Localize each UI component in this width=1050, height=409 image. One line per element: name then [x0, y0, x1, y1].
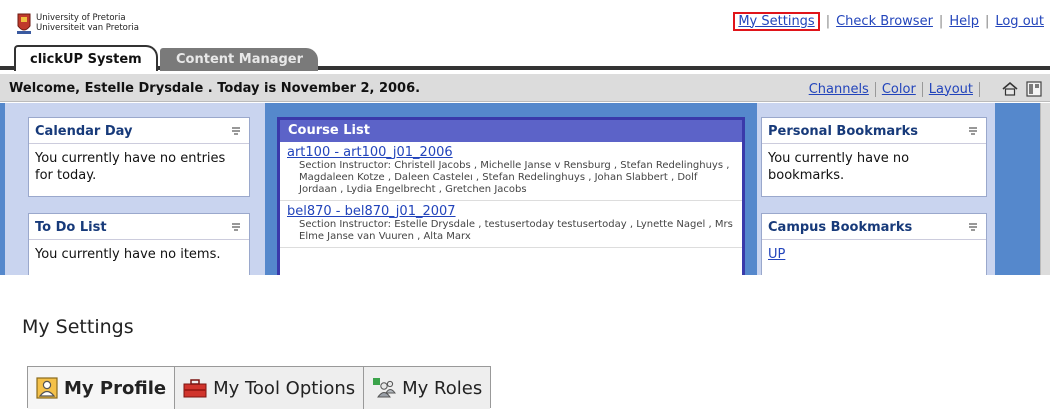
calendar-day-channel: Calendar Day You currently have no entri… — [28, 117, 250, 197]
minimize-icon[interactable] — [966, 124, 980, 138]
channel-body: You currently have no items. — [35, 247, 221, 262]
course-list-channel: Course List art100 - art100_j01_2006 Sec… — [277, 117, 745, 275]
portal-options: Channels Color Layout — [803, 79, 1042, 99]
tab-label: My Profile — [64, 377, 167, 399]
tab-my-tool-options[interactable]: My Tool Options — [175, 367, 365, 409]
channel-title: To Do List — [29, 214, 249, 240]
log-out-link[interactable]: Log out — [995, 14, 1044, 29]
top-links: My Settings | Check Browser | Help | Log… — [733, 10, 1044, 32]
tab-label: My Roles — [402, 377, 483, 399]
tab-label: My Tool Options — [213, 377, 356, 399]
channel-area: Calendar Day You currently have no entri… — [0, 103, 1050, 275]
roles-icon — [373, 378, 397, 398]
channel-title: Campus Bookmarks — [762, 214, 986, 240]
layout-link[interactable]: Layout — [923, 81, 980, 97]
course-item: bel870 - bel870_j01_2007 Section Instruc… — [280, 201, 742, 248]
right-column: Personal Bookmarks You currently have no… — [757, 103, 995, 275]
course-instructors: Section Instructor: Estelle Drysdale , t… — [299, 219, 733, 242]
up-bookmark-link[interactable]: UP — [768, 247, 785, 262]
check-browser-link[interactable]: Check Browser — [836, 14, 933, 29]
toolbox-icon — [183, 379, 207, 398]
color-link[interactable]: Color — [876, 81, 923, 97]
minimize-icon[interactable] — [229, 220, 243, 234]
separator: | — [825, 13, 831, 29]
minimize-icon[interactable] — [229, 124, 243, 138]
channel-body: You currently have no bookmarks. — [768, 151, 910, 183]
system-tabs: clickUP System Content Manager — [0, 43, 1050, 71]
course-link[interactable]: bel870 - bel870_j01_2007 — [287, 204, 734, 219]
help-link[interactable]: Help — [949, 14, 979, 29]
course-instructors: Section Instructor: Christell Jacobs , M… — [299, 160, 730, 195]
tab-content-manager[interactable]: Content Manager — [160, 48, 318, 71]
tab-my-roles[interactable]: My Roles — [364, 367, 491, 409]
separator: | — [938, 13, 944, 29]
tab-my-profile[interactable]: My Profile — [28, 367, 176, 409]
channel-title: Personal Bookmarks — [762, 118, 986, 144]
campus-bookmarks-channel: Campus Bookmarks UP — [761, 213, 987, 275]
course-item: art100 - art100_j01_2006 Section Instruc… — [280, 142, 742, 201]
personal-bookmarks-channel: Personal Bookmarks You currently have no… — [761, 117, 987, 197]
channel-body: You currently have no entries for today. — [35, 151, 226, 183]
profile-icon — [36, 377, 58, 399]
home-icon[interactable] — [1002, 81, 1018, 97]
left-column: Calendar Day You currently have no entri… — [5, 103, 265, 275]
scrollbar[interactable] — [1040, 103, 1050, 275]
course-link[interactable]: art100 - art100_j01_2006 — [287, 145, 734, 160]
clickup-portal-screenshot: University of Pretoria Universiteit van … — [0, 0, 1050, 275]
settings-tabs: My Profile My Tool Options My Roles — [27, 366, 492, 409]
welcome-bar: Welcome, Estelle Drysdale . Today is Nov… — [0, 74, 1050, 102]
university-logo: University of Pretoria Universiteit van … — [16, 10, 166, 40]
channel-title: Calendar Day — [29, 118, 249, 144]
course-list-title: Course List — [280, 120, 742, 142]
minimize-icon[interactable] — [966, 220, 980, 234]
to-do-list-channel: To Do List You currently have no items. — [28, 213, 250, 275]
my-settings-link[interactable]: My Settings — [733, 11, 820, 31]
tab-clickup-system[interactable]: clickUP System — [14, 45, 158, 71]
layout-grid-icon[interactable] — [1026, 81, 1042, 97]
page-title: My Settings — [22, 316, 134, 338]
university-name-en: University of Pretoria — [36, 13, 126, 23]
welcome-message: Welcome, Estelle Drysdale . Today is Nov… — [9, 81, 421, 96]
university-crest-icon — [17, 13, 31, 34]
channels-link[interactable]: Channels — [803, 81, 876, 97]
university-name-af: Universiteit van Pretoria — [36, 23, 139, 33]
separator: | — [984, 13, 990, 29]
